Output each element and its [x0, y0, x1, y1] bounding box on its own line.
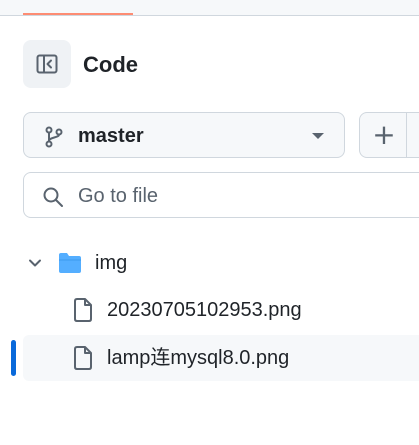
top-tab-bar: [0, 0, 419, 16]
branch-selector-button[interactable]: master: [23, 112, 345, 158]
search-placeholder: Go to file: [78, 185, 159, 207]
folder-open-icon: [59, 253, 81, 273]
tree-file-row[interactable]: 20230705102953.png: [23, 287, 419, 333]
search-icon: [43, 187, 63, 207]
file-icon: [74, 298, 92, 322]
git-branch-icon: [45, 126, 63, 148]
button-divider: [406, 113, 407, 157]
chevron-down-icon: [29, 259, 41, 267]
tree-folder-img[interactable]: img: [23, 240, 419, 286]
panel-title: Code: [83, 52, 138, 77]
selected-indicator: [11, 340, 16, 376]
file-icon: [74, 346, 92, 370]
go-to-file-input[interactable]: Go to file: [23, 172, 419, 218]
tree-file-row-selected[interactable]: lamp连mysql8.0.png: [23, 335, 419, 381]
file-name: 20230705102953.png: [107, 299, 302, 321]
sidebar-collapse-icon: [36, 54, 58, 74]
chevron-down-icon: [312, 133, 324, 139]
folder-name: img: [95, 252, 128, 274]
plus-icon: +: [372, 118, 396, 151]
add-file-button[interactable]: +: [359, 112, 419, 158]
file-name: lamp连mysql8.0.png: [107, 347, 290, 369]
sidebar-collapse-button[interactable]: [23, 40, 71, 88]
active-tab-underline: [23, 13, 133, 15]
branch-name: master: [78, 125, 144, 147]
